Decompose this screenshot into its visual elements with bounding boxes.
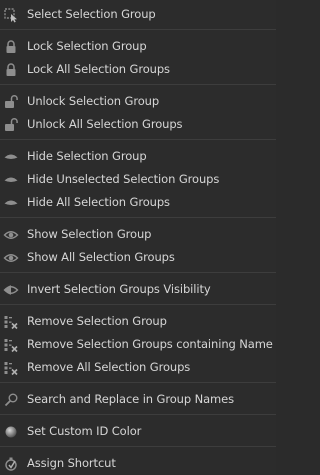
menu-item-label: Unlock All Selection Groups xyxy=(27,117,183,131)
shortcut-icon xyxy=(3,456,19,472)
menu-separator xyxy=(0,382,276,383)
menu-item-remove-selection-group[interactable]: Remove Selection Group xyxy=(0,310,276,333)
menu-item-select-selection-group[interactable]: Select Selection Group xyxy=(0,3,276,26)
menu-separator xyxy=(0,446,276,447)
select-icon xyxy=(3,7,19,23)
menu-separator xyxy=(0,217,276,218)
menu-separator xyxy=(0,139,276,140)
color-sphere-icon xyxy=(3,424,19,440)
menu-item-label: Hide Selection Group xyxy=(27,149,147,163)
search-icon xyxy=(3,392,19,408)
menu-item-label: Hide All Selection Groups xyxy=(27,195,170,209)
menu-item-lock-selection-group[interactable]: Lock Selection Group xyxy=(0,35,276,58)
selection-group-context-menu: Select Selection Group Lock Selection Gr… xyxy=(0,0,276,474)
menu-item-label: Show Selection Group xyxy=(27,227,152,241)
lock-icon xyxy=(3,62,19,78)
menu-item-show-selection-group[interactable]: Show Selection Group xyxy=(0,223,276,246)
menu-item-label: Assign Shortcut xyxy=(27,456,116,470)
menu-separator xyxy=(0,84,276,85)
eye-open-icon xyxy=(3,250,19,266)
menu-item-label: Unlock Selection Group xyxy=(27,94,160,108)
eye-invert-icon xyxy=(3,282,19,298)
menu-item-label: Remove Selection Group xyxy=(27,314,167,328)
menu-item-show-all-selection-groups[interactable]: Show All Selection Groups xyxy=(0,246,276,269)
menu-item-label: Show All Selection Groups xyxy=(27,250,175,264)
menu-item-label: Invert Selection Groups Visibility xyxy=(27,282,211,296)
menu-separator xyxy=(0,29,276,30)
menu-item-lock-all-selection-groups[interactable]: Lock All Selection Groups xyxy=(0,58,276,81)
menu-separator xyxy=(0,304,276,305)
unlock-icon xyxy=(3,117,19,133)
menu-item-label: Remove Selection Groups containing Name xyxy=(27,337,273,351)
eye-closed-icon xyxy=(3,172,19,188)
lock-icon xyxy=(3,39,19,55)
menu-item-label: Set Custom ID Color xyxy=(27,424,142,438)
menu-item-label: Search and Replace in Group Names xyxy=(27,392,235,406)
menu-item-unlock-selection-group[interactable]: Unlock Selection Group xyxy=(0,90,276,113)
menu-item-invert-visibility[interactable]: Invert Selection Groups Visibility xyxy=(0,278,276,301)
list-remove-icon xyxy=(3,337,19,353)
menu-item-label: Lock Selection Group xyxy=(27,39,147,53)
unlock-icon xyxy=(3,94,19,110)
list-remove-icon xyxy=(3,314,19,330)
menu-item-hide-all-selection-groups[interactable]: Hide All Selection Groups xyxy=(0,191,276,214)
menu-item-assign-shortcut[interactable]: Assign Shortcut xyxy=(0,452,276,475)
menu-item-remove-all-selection-groups[interactable]: Remove All Selection Groups xyxy=(0,356,276,379)
menu-item-label: Select Selection Group xyxy=(27,7,156,21)
menu-separator xyxy=(0,414,276,415)
menu-item-hide-unselected-selection-groups[interactable]: Hide Unselected Selection Groups xyxy=(0,168,276,191)
menu-item-remove-selection-groups-containing-name[interactable]: Remove Selection Groups containing Name xyxy=(0,333,276,356)
menu-item-set-custom-id-color[interactable]: Set Custom ID Color xyxy=(0,420,276,443)
eye-closed-icon xyxy=(3,149,19,165)
menu-item-label: Remove All Selection Groups xyxy=(27,360,191,374)
list-remove-icon xyxy=(3,360,19,376)
menu-item-hide-selection-group[interactable]: Hide Selection Group xyxy=(0,145,276,168)
eye-open-icon xyxy=(3,227,19,243)
menu-item-search-replace-group-names[interactable]: Search and Replace in Group Names xyxy=(0,388,276,411)
eye-closed-icon xyxy=(3,195,19,211)
menu-item-unlock-all-selection-groups[interactable]: Unlock All Selection Groups xyxy=(0,113,276,136)
menu-item-label: Lock All Selection Groups xyxy=(27,62,170,76)
menu-item-label: Hide Unselected Selection Groups xyxy=(27,172,220,186)
menu-separator xyxy=(0,272,276,273)
